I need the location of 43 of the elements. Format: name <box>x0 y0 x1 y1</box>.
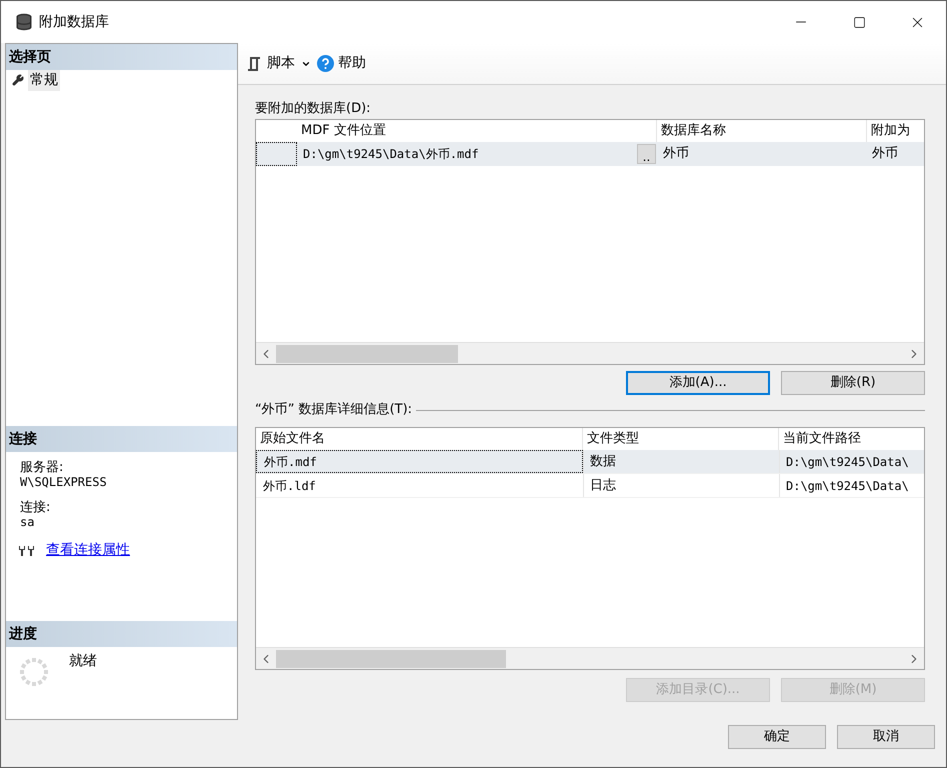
table-cell-text: D:\gm\t9245\Data\外币.mdf <box>303 146 479 163</box>
row-header[interactable] <box>256 142 297 166</box>
section-label: 要附加的数据库(D): <box>255 100 372 117</box>
script-icon <box>246 56 262 72</box>
field-label: 连接: <box>20 500 52 515</box>
sidebar-item[interactable]: 常规 <box>6 70 237 90</box>
help-icon <box>317 55 334 72</box>
scrollbar-thumb[interactable] <box>276 344 458 362</box>
table-cell-text: 外币 <box>662 145 690 164</box>
wrench-icon <box>12 74 24 86</box>
connection-properties-link[interactable]: 查看连接属性 <box>46 540 130 561</box>
spinner-icon <box>19 657 49 687</box>
table-cell: 数据 <box>583 450 779 473</box>
plug-icon <box>18 544 36 558</box>
table-cell-text: 外币 <box>871 145 899 164</box>
section-header: 进度 <box>6 621 237 647</box>
section-header: 连接 <box>6 426 237 452</box>
dialog-button[interactable]: 取消 <box>837 725 935 749</box>
maximize-icon[interactable] <box>852 16 866 28</box>
section-label: “外币” 数据库详细信息(T): <box>255 401 412 420</box>
table-cell: D:\gm\t9245\Data\ <box>779 450 924 473</box>
database-icon <box>15 13 33 31</box>
table-cell: 日志 <box>583 474 779 497</box>
table-cell: 外币.mdf <box>256 450 583 473</box>
table-cell: D:\gm\t9245\Data\ <box>779 474 924 497</box>
progress-status: 就绪 <box>69 652 97 671</box>
column-header[interactable]: 当前文件路径 <box>779 428 924 450</box>
horizontal-scrollbar[interactable] <box>256 342 924 364</box>
scrollbar-thumb[interactable] <box>276 650 506 668</box>
dialog-button[interactable]: 确定 <box>728 725 826 749</box>
table-cell-text: 外币.ldf <box>262 478 317 494</box>
horizontal-scrollbar[interactable] <box>256 647 924 669</box>
login-name: sa <box>20 515 36 530</box>
browse-button[interactable]: .. <box>637 144 656 164</box>
dialog-button[interactable]: 删除(R) <box>781 371 925 395</box>
section-header: 选择页 <box>6 44 237 70</box>
window-title: 附加数据库 <box>39 12 109 32</box>
column-header[interactable]: 附加为 <box>867 120 924 142</box>
server-name: W\SQLEXPRESS <box>20 475 108 490</box>
script-button[interactable]: 脚本 <box>242 53 299 74</box>
dialog-button[interactable]: 添加(A)... <box>626 371 770 395</box>
field-label: 服务器: <box>20 460 64 475</box>
help-button[interactable]: 帮助 <box>313 53 370 74</box>
